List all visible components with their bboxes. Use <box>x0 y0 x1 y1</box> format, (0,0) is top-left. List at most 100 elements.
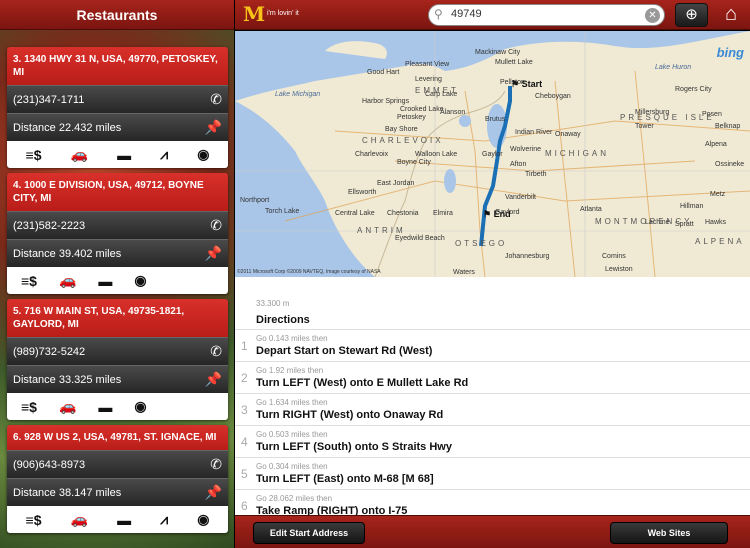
map-place-label: Metz <box>710 191 726 198</box>
restaurant-address[interactable]: 3. 1340 HWY 31 N, USA, 49770, PETOSKEY, … <box>7 47 228 85</box>
map-place-label: Ossineke <box>715 161 745 168</box>
search-input[interactable] <box>451 8 631 20</box>
map-place-label: Gaylord <box>495 209 520 216</box>
direction-step[interactable]: 5 Go 0.304 miles then Turn LEFT (East) ont… <box>235 457 750 489</box>
drive-thru-icon: 🚗 <box>70 511 89 527</box>
route-map[interactable]: bing ⚑ Start ⚑ End Lake Huron Lake Michig… <box>235 31 750 293</box>
phone-icon[interactable]: ✆ <box>210 343 222 360</box>
sidebar-title: Restaurants <box>0 0 234 30</box>
playground-icon: ⩘ <box>160 146 169 162</box>
map-place-label: Torch Lake <box>265 208 300 215</box>
step-instruction: Depart Start on Stewart Rd (West) <box>256 345 433 357</box>
phone-row[interactable]: (231)582-2223 ✆ <box>7 211 228 239</box>
step-distance: Go 1.92 miles then <box>256 366 324 375</box>
map-place-label: Hawks <box>705 219 727 226</box>
edit-start-address-button[interactable]: Edit Start Address <box>253 522 365 544</box>
restaurant-address[interactable]: 4. 1000 E DIVISION, USA, 49712, BOYNE CI… <box>7 173 228 211</box>
pushpin-icon[interactable]: 📌 <box>205 371 222 388</box>
step-number: 2 <box>241 371 248 385</box>
search-box[interactable]: ⚲ ✕ <box>428 4 665 26</box>
map-place-label: Rogers City <box>675 86 712 93</box>
map-place-label: Tirbeth <box>525 171 547 178</box>
search-icon: ⚲ <box>434 7 443 21</box>
phone-icon[interactable]: ✆ <box>210 456 222 473</box>
pushpin-icon[interactable]: 📌 <box>205 484 222 501</box>
map-place-label: OTSEGO <box>455 239 508 248</box>
pushpin-icon[interactable]: 📌 <box>205 119 222 136</box>
drive-thru-icon: 🚗 <box>58 398 77 414</box>
map-place-label: Waters <box>453 269 475 276</box>
map-place-label: Eyedwild Beach <box>395 235 445 242</box>
restaurant-card[interactable]: 4. 1000 E DIVISION, USA, 49712, BOYNE CI… <box>7 173 228 294</box>
locate-button[interactable]: ⊕ <box>675 3 708 27</box>
map-place-label: ALPENA <box>695 237 745 246</box>
phone-number: (231)347-1711 <box>13 93 85 106</box>
map-place-label: Lewiston <box>605 266 633 273</box>
step-number: 6 <box>241 499 248 513</box>
dollar-icon: ≡$ <box>21 398 37 415</box>
credit-card-icon: ▬ <box>117 511 132 528</box>
map-place-label: Alpena <box>705 141 727 148</box>
map-place-label: Mullett Lake <box>495 59 533 66</box>
distance-row[interactable]: Distance 39.402 miles 📌 <box>7 239 228 267</box>
map-place-label: Johannesburg <box>505 253 550 260</box>
phone-icon[interactable]: ✆ <box>210 217 222 234</box>
distance-row[interactable]: Distance 22.432 miles 📌 <box>7 113 228 141</box>
step-distance: Go 0.143 miles then <box>256 334 328 343</box>
directions-panel[interactable]: 33.300 m Directions 1 Go 0.143 miles then… <box>235 293 750 515</box>
phone-row[interactable]: (231)347-1711 ✆ <box>7 85 228 113</box>
dollar-icon: ≡$ <box>21 272 37 289</box>
step-instruction: Turn LEFT (West) onto E Mullett Lake Rd <box>256 377 469 389</box>
total-distance: 33.300 m <box>256 299 290 308</box>
map-place-label: Vanderbilt <box>505 194 537 201</box>
credit-card-icon: ▬ <box>98 272 113 289</box>
distance-row[interactable]: Distance 33.325 miles 📌 <box>7 365 228 393</box>
dollar-icon: ≡$ <box>25 511 42 528</box>
pushpin-icon[interactable]: 📌 <box>205 245 222 262</box>
map-place-label: CHARLEVOIX <box>362 136 444 145</box>
direction-step[interactable]: 6 Go 28.062 miles then Take Ramp (RIGHT) o… <box>235 489 750 515</box>
map-place-label: Atlanta <box>580 206 602 213</box>
map-place-label: MONTMORENCY <box>595 217 693 226</box>
clear-icon[interactable]: ✕ <box>645 8 660 23</box>
map-place-label: Chestonia <box>387 210 419 217</box>
phone-number: (906)643-8973 <box>13 458 86 471</box>
map-place-label: ANTRIM <box>357 226 406 235</box>
restaurant-card[interactable]: 3. 1340 HWY 31 N, USA, 49770, PETOSKEY, … <box>7 47 228 168</box>
phone-row[interactable]: (906)643-8973 ✆ <box>7 450 228 478</box>
map-place-label: Wolverine <box>510 146 541 153</box>
map-place-label: Pellston <box>500 79 525 86</box>
mcdonalds-logo: M <box>243 2 266 26</box>
phone-row[interactable]: (989)732-5242 ✆ <box>7 337 228 365</box>
restaurant-sidebar: Restaurants 3. 1340 HWY 31 N, USA, 49770… <box>0 0 234 548</box>
restaurant-address[interactable]: 6. 928 W US 2, USA, 49781, ST. IGNACE, M… <box>7 425 228 450</box>
distance-row[interactable]: Distance 38.147 miles 📌 <box>7 478 228 506</box>
restaurant-card[interactable]: 6. 928 W US 2, USA, 49781, ST. IGNACE, M… <box>7 425 228 533</box>
bing-logo: bing <box>716 45 744 60</box>
step-number: 5 <box>241 467 248 481</box>
wifi-icon: ◉ <box>197 146 210 162</box>
map-place-label: Cheboygan <box>535 93 571 100</box>
map-place-label: Belknap <box>715 123 741 130</box>
map-place-label: Crooked Lake <box>400 106 444 113</box>
step-distance: Go 0.304 miles then <box>256 462 328 471</box>
web-sites-button[interactable]: Web Sites <box>610 522 728 544</box>
map-place-label: Alanson <box>440 109 466 116</box>
phone-icon[interactable]: ✆ <box>210 91 222 108</box>
map-place-label: Hillman <box>680 203 704 210</box>
restaurant-card[interactable]: 5. 716 W MAIN ST, USA, 49735-1821, GAYLO… <box>7 299 228 420</box>
map-place-label: Pleasant View <box>405 61 450 68</box>
direction-step[interactable]: 1 Go 0.143 miles then Depart Start on Stew… <box>235 329 750 361</box>
map-copyright: ©2011 Microsoft Corp ©2009 NAVTEQ, Image… <box>237 269 381 275</box>
home-button[interactable]: ⌂ <box>717 3 745 27</box>
step-number: 3 <box>241 403 248 417</box>
direction-step[interactable]: 2 Go 1.92 miles then Turn LEFT (West) onto… <box>235 361 750 393</box>
map-place-label: Onaway <box>555 131 581 138</box>
map-place-label: Mackinaw City <box>475 49 521 56</box>
map-place-label: Tower <box>635 123 654 130</box>
direction-step[interactable]: 4 Go 0.503 miles then Turn LEFT (South) on… <box>235 425 750 457</box>
map-place-label: Harbor Springs <box>362 98 410 105</box>
direction-step[interactable]: 3 Go 1.634 miles then Turn RIGHT (West) on… <box>235 393 750 425</box>
map-place-label: Brutus <box>485 116 506 123</box>
restaurant-address[interactable]: 5. 716 W MAIN ST, USA, 49735-1821, GAYLO… <box>7 299 228 337</box>
